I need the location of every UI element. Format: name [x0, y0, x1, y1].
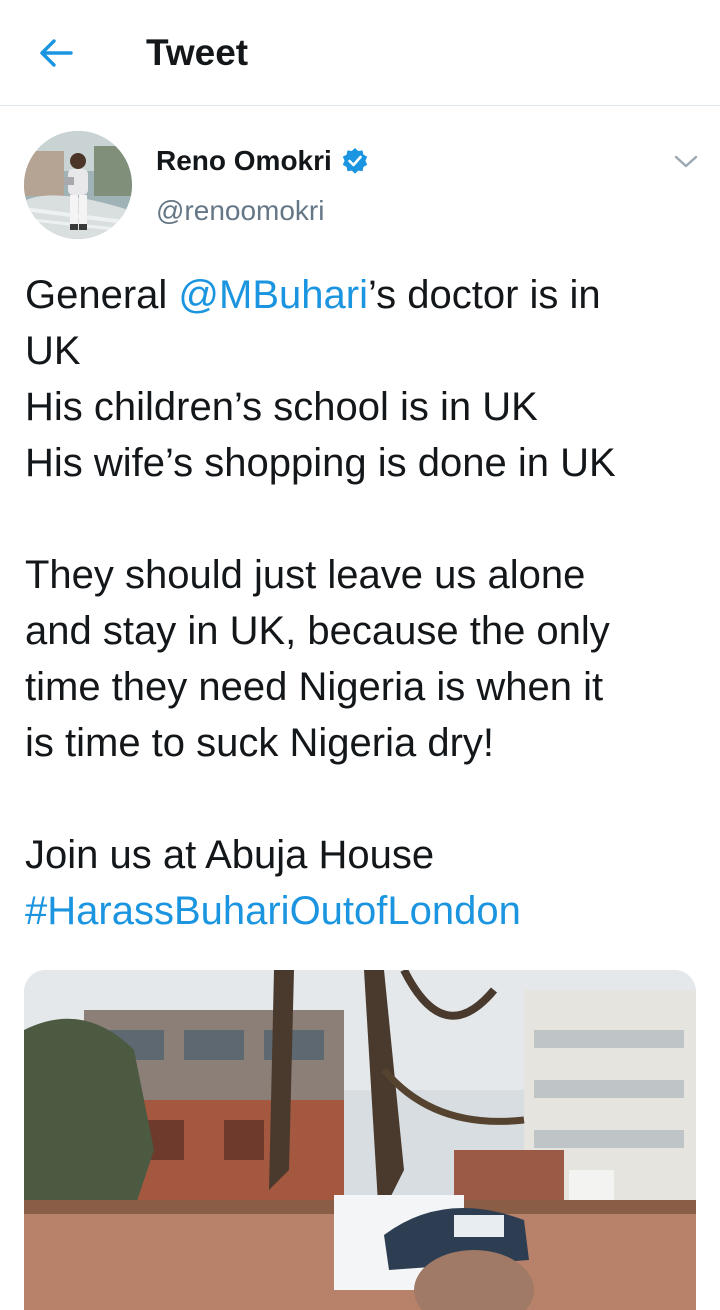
tweet-text-segment: ’s doctor is in — [367, 273, 601, 317]
tweet-line: His children’s school is in UK — [25, 385, 538, 429]
tweet-line: They should just leave us alone — [25, 553, 586, 597]
avatar[interactable] — [24, 131, 132, 239]
tweet-line: His wife’s shopping is done in UK — [25, 441, 616, 485]
tweet-line: time they need Nigeria is when it — [25, 665, 604, 709]
verified-badge-icon — [342, 148, 368, 174]
tweet-menu-button[interactable] — [668, 144, 704, 180]
back-button[interactable] — [26, 26, 86, 80]
chevron-down-icon — [674, 155, 698, 168]
tweet-line: is time to suck Nigeria dry! — [25, 721, 495, 765]
tweet-media[interactable] — [24, 970, 696, 1310]
tweet-text-segment: General — [25, 273, 179, 317]
back-arrow-icon — [40, 39, 73, 67]
hashtag-link[interactable]: #HarassBuhariOutofLondon — [25, 883, 695, 939]
page-title: Tweet — [146, 32, 249, 73]
tweet-line: General @MBuhari’s doctor is in — [25, 267, 695, 323]
tweet-line: UK — [25, 329, 81, 373]
tweet-body: General @MBuhari’s doctor is in UK His c… — [25, 267, 695, 939]
author-name[interactable]: Reno Omokri — [156, 144, 332, 178]
media-photo — [24, 970, 696, 1310]
tweet-line: and stay in UK, because the only — [25, 609, 610, 653]
author-handle[interactable]: @renoomokri — [156, 194, 324, 228]
tweet-author: Reno Omokri @renoomokri — [0, 106, 720, 256]
tweet-line: Join us at Abuja House — [25, 833, 435, 877]
top-bar: Tweet — [0, 0, 720, 106]
mention-link[interactable]: @MBuhari — [178, 273, 368, 317]
